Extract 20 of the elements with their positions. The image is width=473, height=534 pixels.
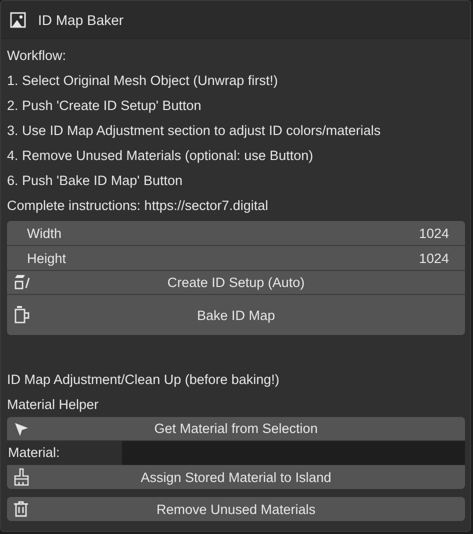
image-icon — [10, 12, 26, 28]
section-title: ID Map Adjustment/Clean Up (before baking!) — [7, 371, 280, 389]
material-field[interactable] — [122, 441, 465, 465]
instruction-text: 3. Use ID Map Adjustment section to adjust ID colors/materials — [7, 122, 382, 140]
action-button[interactable]: Remove Unused Materials — [7, 497, 465, 521]
cursor-icon — [13, 420, 29, 436]
pot-icon — [13, 305, 31, 325]
instruction-text: Complete instructions: https://sector7.digital — [7, 197, 270, 215]
instruction-text: Workflow: — [7, 47, 68, 65]
instruction-text: 4. Remove Unused Materials (optional: use Button) — [7, 147, 314, 165]
trash-icon — [13, 500, 29, 518]
number-field[interactable]: Width 1024 — [7, 221, 465, 246]
instruction-text: 2. Push 'Create ID Setup' Button — [7, 97, 202, 115]
action-button[interactable]: Assign Stored Material to Island — [7, 465, 465, 489]
brush-icon — [13, 468, 31, 486]
panel-title: ID Map Baker — [38, 12, 124, 28]
instruction-text: 6. Push 'Bake ID Map' Button — [7, 172, 184, 190]
action-button[interactable]: Get Material from Selection — [7, 417, 465, 441]
section-subtitle: Material Helper — [7, 396, 100, 414]
instruction-text: 1. Select Original Mesh Object (Unwrap first!) — [7, 72, 279, 90]
